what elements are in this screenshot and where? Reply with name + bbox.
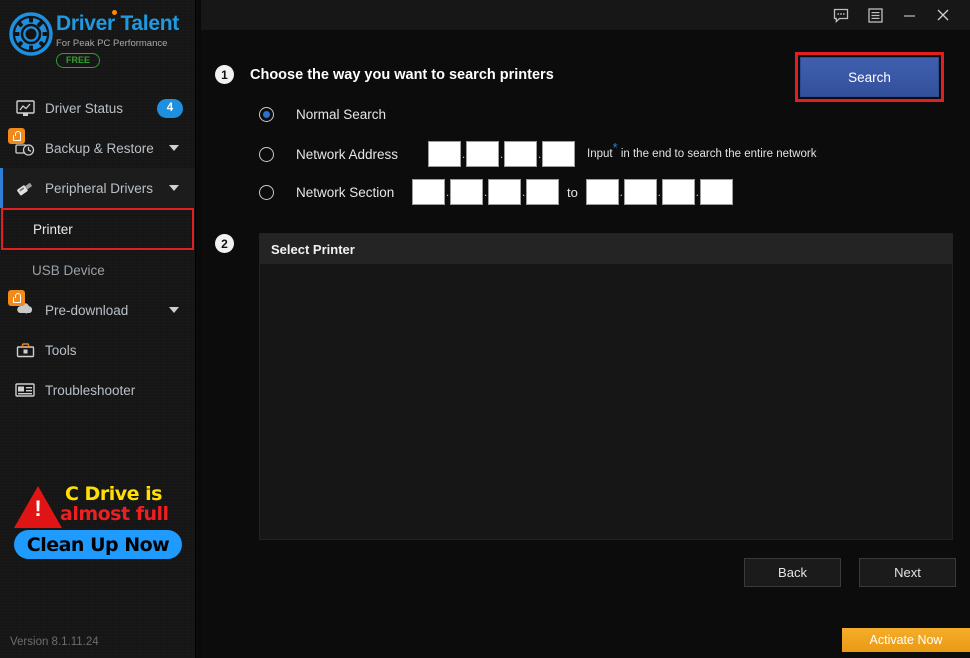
edition-badge: FREE <box>56 53 101 68</box>
radio-network-section[interactable] <box>259 184 274 200</box>
back-button[interactable]: Back <box>744 558 841 587</box>
range-to-label: to <box>567 184 578 200</box>
lock-icon <box>8 290 25 306</box>
sidebar-item-driver-status[interactable]: Driver Status 4 <box>0 88 195 128</box>
option-label: Network Section <box>296 184 395 200</box>
step-1-number: 1 <box>215 65 234 84</box>
page-title: Choose the way you want to search printe… <box>250 67 554 83</box>
main-content: 1 Choose the way you want to search prin… <box>201 30 970 658</box>
brand-name-primary: Driver <box>56 12 115 35</box>
sidebar-item-label: Peripheral Drivers <box>45 180 154 196</box>
select-printer-header: Select Printer <box>260 234 952 264</box>
troubleshooter-icon <box>14 380 36 400</box>
sidebar-item-label: Troubleshooter <box>45 382 136 398</box>
toolbox-icon <box>14 340 36 360</box>
sidebar-subitem-usb-device[interactable]: USB Device <box>0 250 195 290</box>
version-label: Version 8.1.11.24 <box>10 636 99 648</box>
app-logo: Driver Talent For Peak PC Performance FR… <box>0 0 195 84</box>
brand-name-secondary: Talent <box>120 12 179 35</box>
option-label: Network Address <box>296 146 399 162</box>
sidebar-item-label: Backup & Restore <box>45 140 154 156</box>
promo-line-2: almost full <box>60 503 169 525</box>
radio-normal-search[interactable] <box>259 106 274 122</box>
sidebar-item-label: Driver Status <box>45 100 124 116</box>
search-button[interactable]: Search <box>800 57 939 97</box>
sidebar-item-troubleshooter[interactable]: Troubleshooter <box>0 370 195 410</box>
hint-text-before: Input <box>587 148 613 160</box>
sidebar-item-label: Pre-download <box>45 302 129 318</box>
sidebar-subitem-label: USB Device <box>32 262 105 278</box>
network-address-octet-4[interactable] <box>542 141 575 167</box>
network-section-from-octet-2[interactable] <box>450 179 483 205</box>
promo-line-1: C Drive is <box>65 483 162 505</box>
lock-icon <box>8 128 25 144</box>
chevron-down-icon[interactable] <box>169 185 179 191</box>
chevron-down-icon[interactable] <box>169 145 179 151</box>
printer-list[interactable] <box>260 264 952 539</box>
activate-now-button[interactable]: Activate Now <box>842 628 970 652</box>
network-section-to-octet-3[interactable] <box>661 179 695 205</box>
sidebar-subitem-label: Printer <box>33 221 73 237</box>
network-section-from-octet-3[interactable] <box>488 179 521 205</box>
sidebar-nav: Driver Status 4 Backup & Restore Periphe… <box>0 88 195 410</box>
driver-status-badge: 4 <box>157 98 183 118</box>
application-window: Driver Talent For Peak PC Performance FR… <box>0 0 970 658</box>
brand-tagline: For Peak PC Performance <box>56 38 168 49</box>
gear-logo-icon <box>9 12 53 56</box>
clean-up-now-button[interactable]: Clean Up Now <box>14 530 182 559</box>
sidebar-subitem-printer[interactable]: Printer <box>1 208 194 250</box>
monitor-icon <box>14 98 36 118</box>
option-normal-search[interactable]: Normal Search <box>259 102 386 126</box>
network-section-to-octet-1[interactable] <box>585 179 619 205</box>
sidebar-item-tools[interactable]: Tools <box>0 330 195 370</box>
option-label: Normal Search <box>296 106 387 122</box>
feedback-icon[interactable] <box>824 0 858 30</box>
option-network-section[interactable]: Network Section . . . to . . . <box>259 179 733 205</box>
sidebar: Driver Talent For Peak PC Performance FR… <box>0 0 196 658</box>
network-section-to-group[interactable]: . . . <box>585 179 733 205</box>
network-section-to-octet-2[interactable] <box>623 179 657 205</box>
next-button[interactable]: Next <box>859 558 956 587</box>
network-address-octet-1[interactable] <box>428 141 461 167</box>
usb-stick-icon <box>14 178 36 198</box>
radio-network-address[interactable] <box>259 146 274 162</box>
promo-banner[interactable]: C Drive is almost full Clean Up Now <box>0 476 196 572</box>
network-section-from-octet-4[interactable] <box>526 179 559 205</box>
network-address-input-group[interactable]: . . . <box>428 141 575 167</box>
chevron-down-icon[interactable] <box>169 307 179 313</box>
hint-asterisk: * <box>612 140 618 156</box>
network-address-octet-2[interactable] <box>466 141 499 167</box>
network-section-to-octet-4[interactable] <box>699 179 733 205</box>
close-icon[interactable] <box>926 0 960 30</box>
network-section-from-octet-1[interactable] <box>412 179 445 205</box>
sidebar-item-peripheral-drivers[interactable]: Peripheral Drivers <box>0 168 195 208</box>
network-address-hint: Input* in the end to search the entire n… <box>587 141 817 160</box>
network-section-from-group[interactable]: . . . <box>412 179 559 205</box>
select-printer-panel: Select Printer <box>259 233 953 540</box>
hint-text-after: in the end to search the entire network <box>620 148 817 160</box>
minimize-icon[interactable] <box>892 0 926 30</box>
menu-icon[interactable] <box>858 0 892 30</box>
network-address-octet-3[interactable] <box>504 141 537 167</box>
title-bar <box>201 0 970 30</box>
option-network-address[interactable]: Network Address . . . Input* in the end … <box>259 141 817 167</box>
warning-triangle-icon <box>14 486 62 528</box>
sidebar-item-pre-download[interactable]: Pre-download <box>0 290 195 330</box>
sidebar-item-backup-restore[interactable]: Backup & Restore <box>0 128 195 168</box>
step-2-number: 2 <box>215 234 234 253</box>
sidebar-item-label: Tools <box>45 342 77 358</box>
